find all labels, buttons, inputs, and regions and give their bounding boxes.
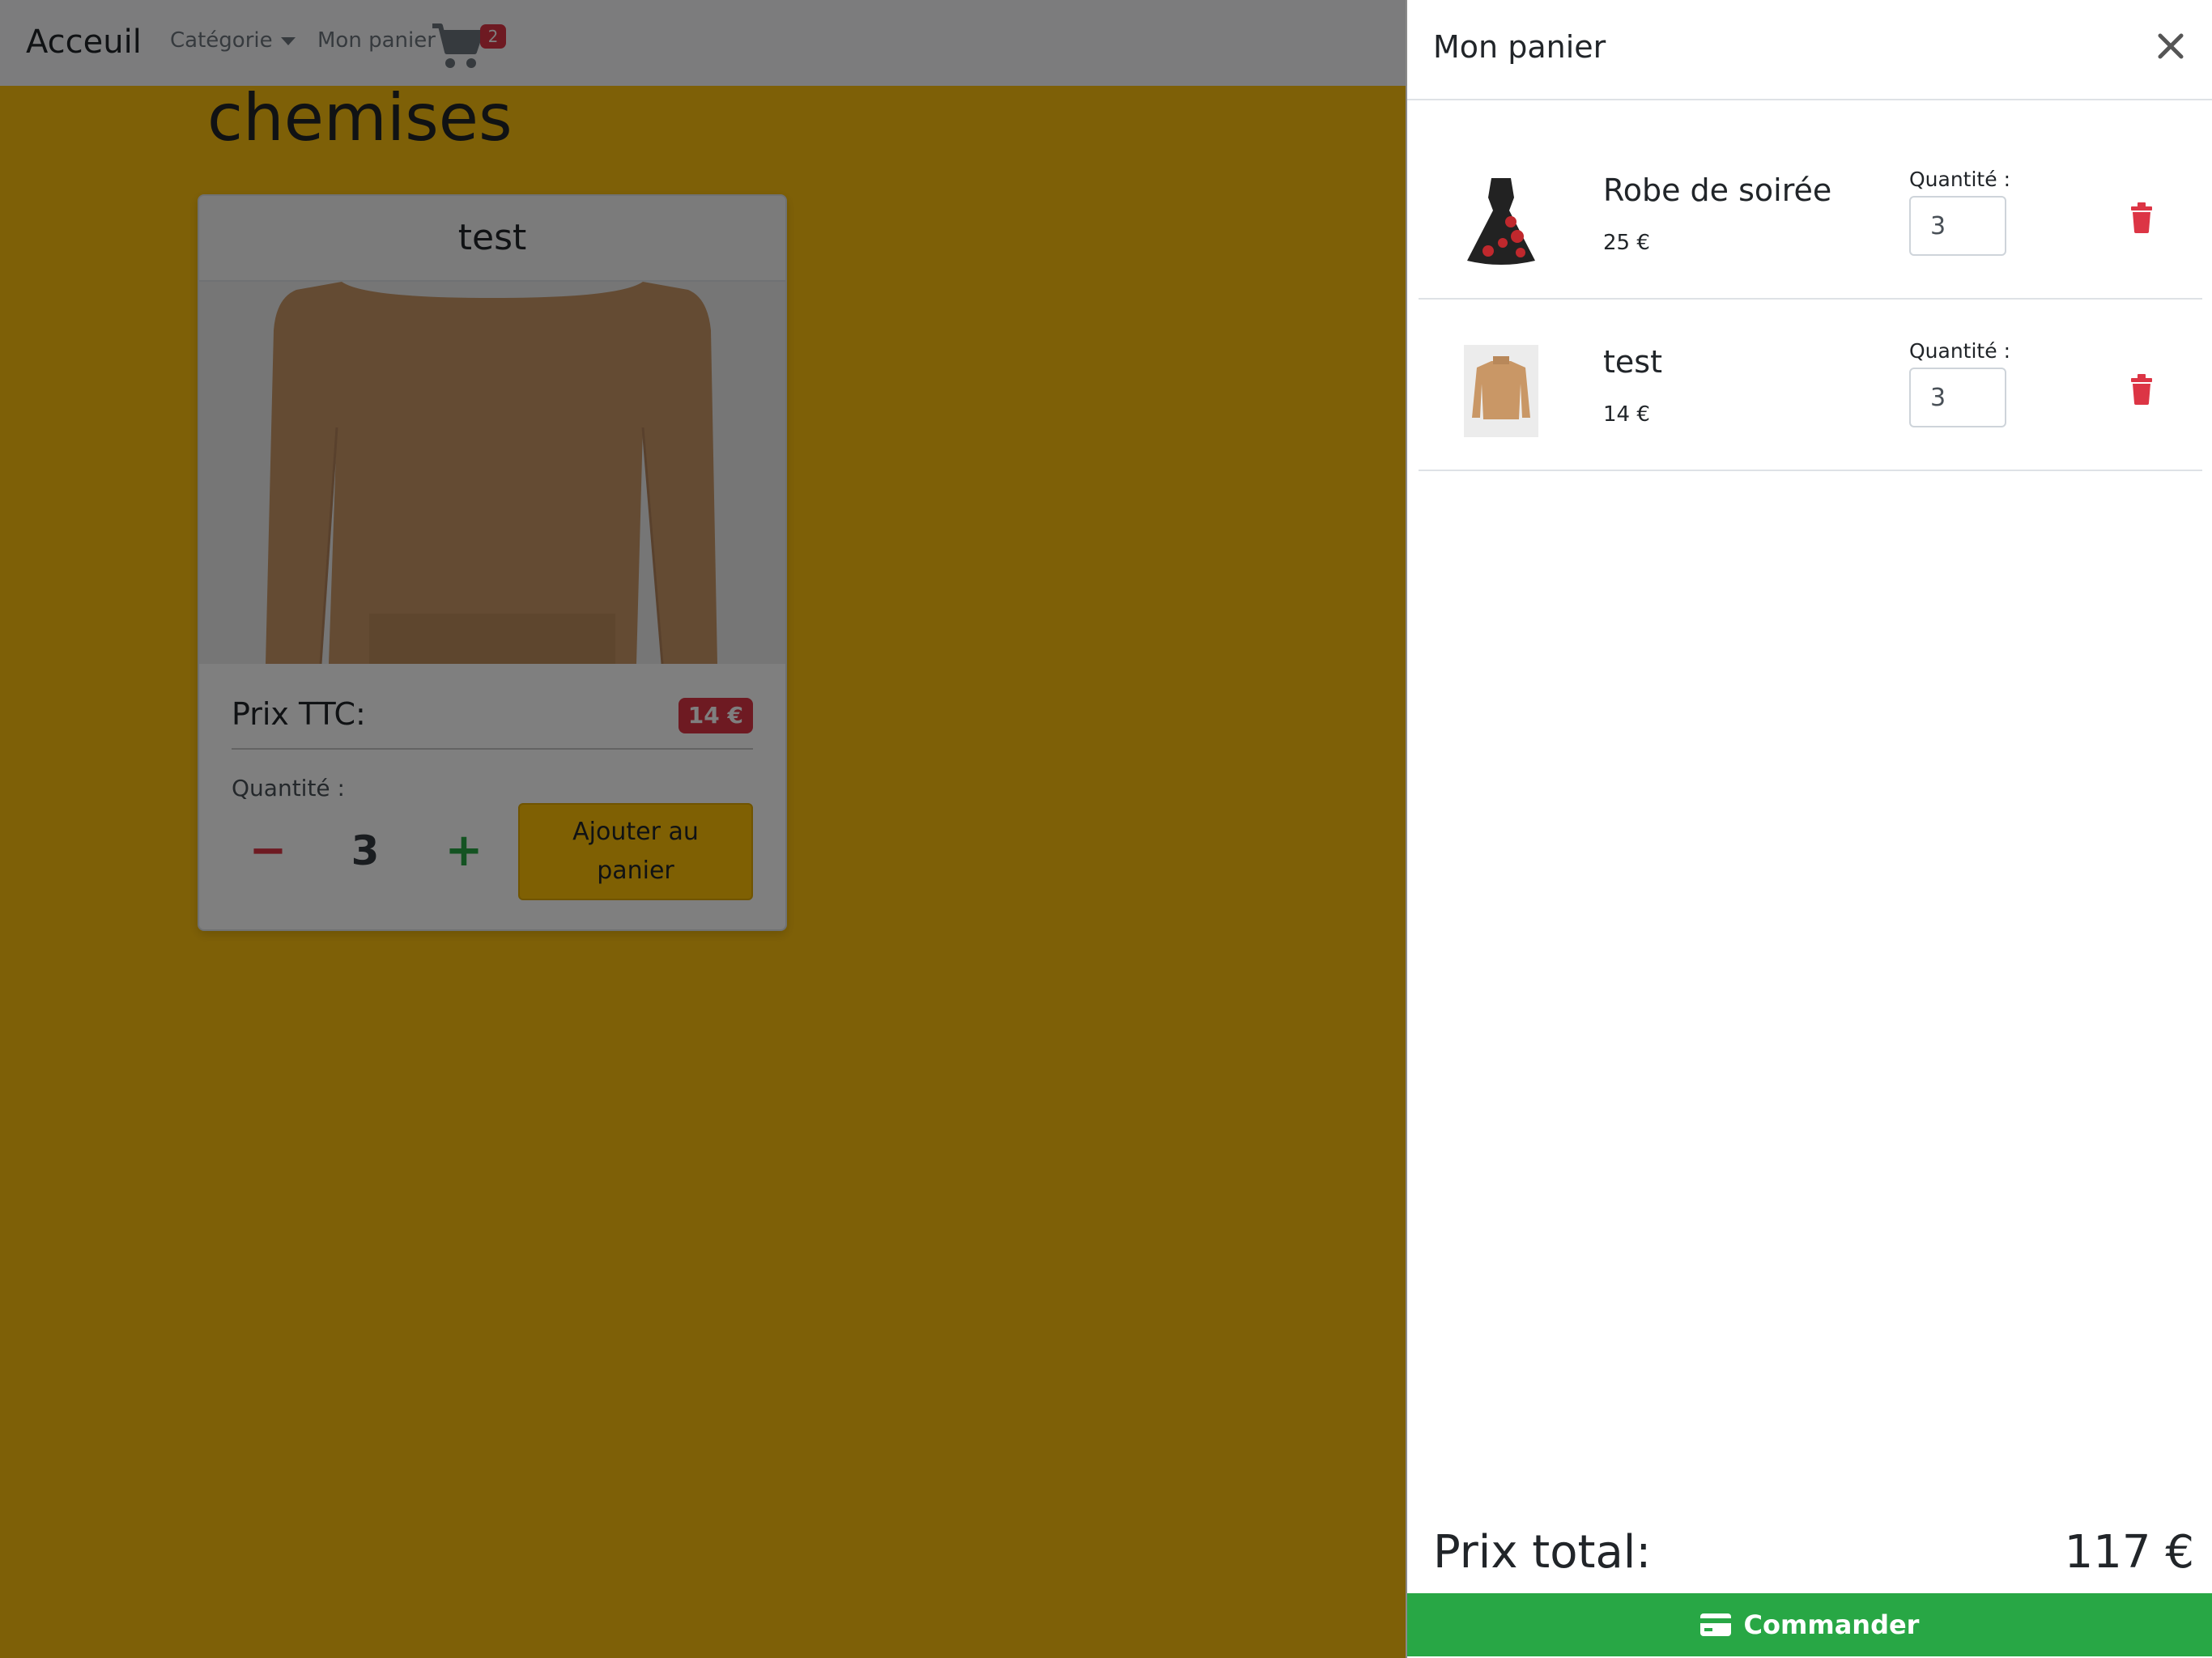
total-price-label: Prix total: (1433, 1526, 1652, 1579)
trash-icon[interactable] (2129, 374, 2154, 405)
order-button[interactable]: Commander (1407, 1593, 2212, 1656)
cart-item-quantity-label: Quantité : (1909, 339, 2010, 363)
cart-item-price: 25 € (1603, 231, 1650, 255)
cart-item-quantity-input[interactable] (1909, 368, 2006, 427)
cart-item-price: 14 € (1603, 402, 1650, 427)
cart-item-name: test (1603, 344, 1662, 380)
cart-panel: Mon panier Robe de soirée 25 € Quantité … (1406, 0, 2212, 1658)
credit-card-icon (1699, 1613, 1731, 1636)
dress-thumbnail (1464, 173, 1538, 266)
order-button-label: Commander (1743, 1609, 1920, 1640)
cart-item: test 14 € Quantité : (1419, 300, 2202, 471)
cart-item-quantity-label: Quantité : (1909, 168, 2010, 191)
total-price-value: 117 € (2064, 1526, 2194, 1579)
cart-panel-title: Mon panier (1433, 29, 1606, 65)
trash-icon[interactable] (2129, 202, 2154, 233)
cart-item: Robe de soirée 25 € Quantité : (1419, 128, 2202, 300)
close-icon[interactable] (2150, 26, 2191, 66)
cart-item-quantity-input[interactable] (1909, 196, 2006, 256)
cart-item-name: Robe de soirée (1603, 172, 1832, 208)
cart-panel-header: Mon panier (1407, 0, 2212, 100)
sweater-thumbnail (1464, 345, 1538, 437)
